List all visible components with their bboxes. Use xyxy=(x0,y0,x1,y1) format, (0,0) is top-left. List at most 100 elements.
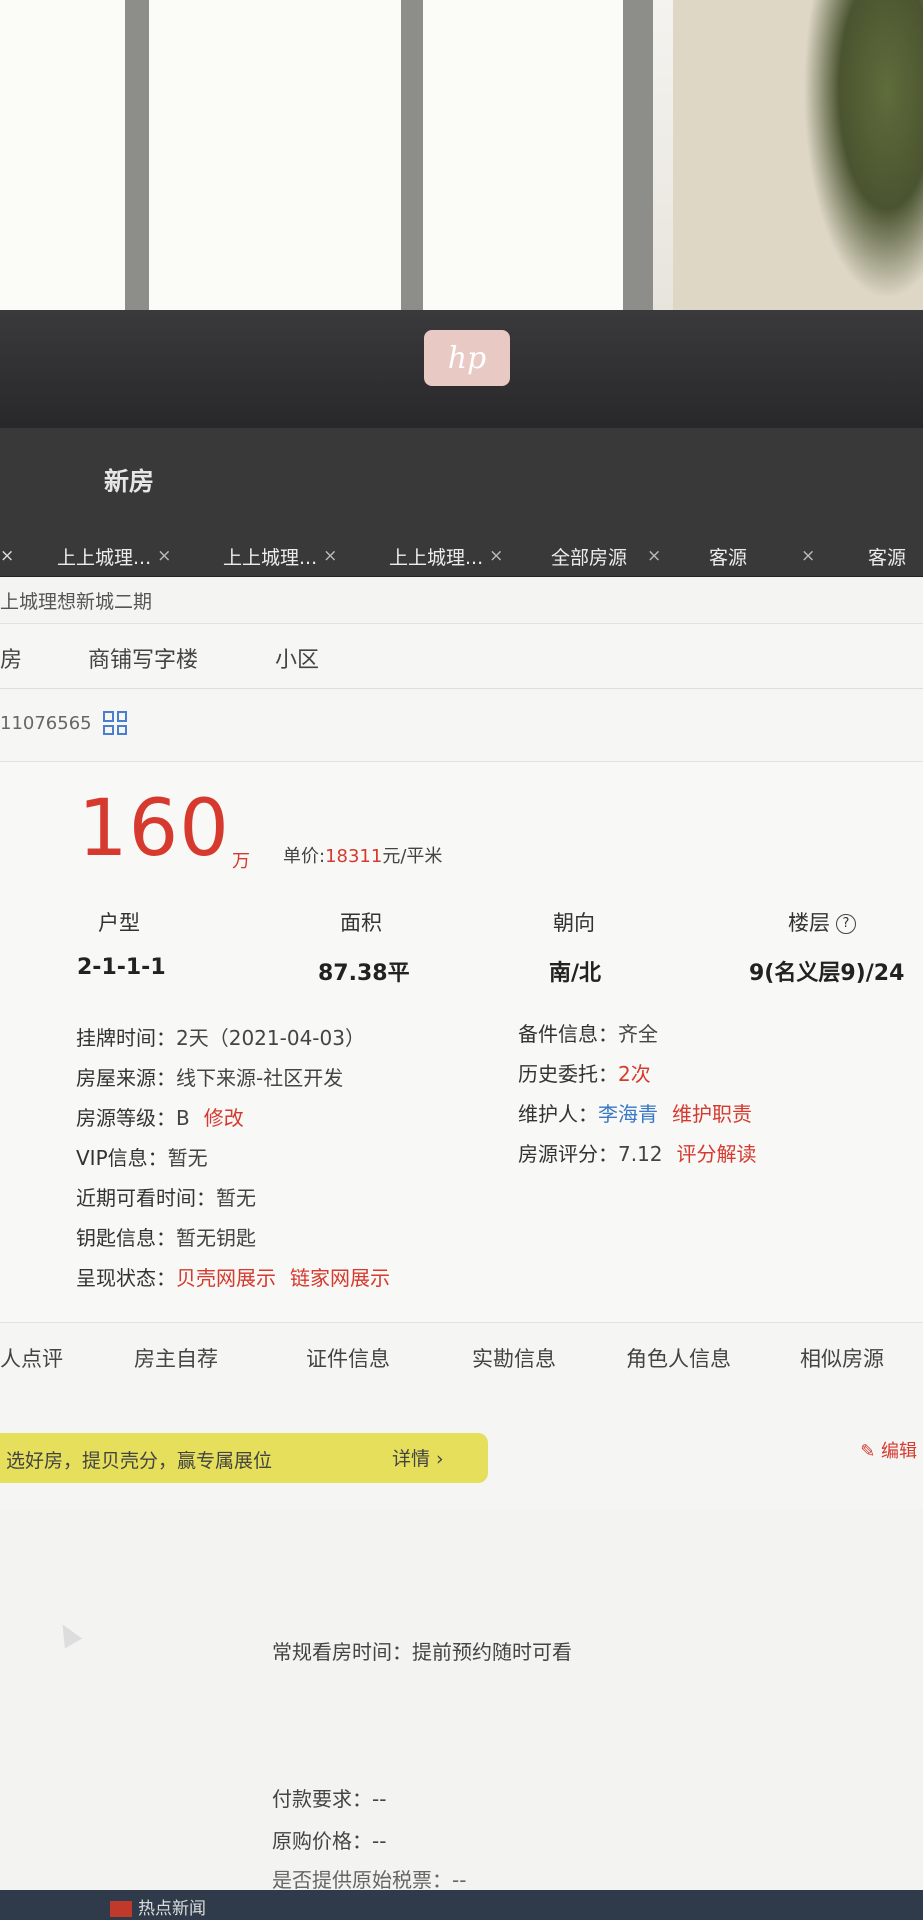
original-price-text: 原购价格：-- xyxy=(272,1829,387,1853)
tab-clients-2[interactable]: 客源 xyxy=(868,536,906,576)
tab-listing-2[interactable]: 上上城理... × xyxy=(223,536,337,576)
subnav-commercial[interactable]: 商铺写字楼 xyxy=(88,642,198,674)
banner-details-link[interactable]: 详情 › xyxy=(392,1444,444,1471)
tab-survey[interactable]: 实勘信息 xyxy=(472,1343,556,1373)
info-value: 7.12 xyxy=(618,1142,663,1166)
app-header: 新房 xyxy=(0,428,923,536)
spec-orientation-label: 朝向 xyxy=(553,911,595,935)
listing-id-row: 11076565 xyxy=(0,689,923,762)
subnav-community[interactable]: 小区 xyxy=(275,642,319,674)
news-icon xyxy=(110,1901,132,1917)
info-label: 维护人： xyxy=(518,1102,598,1126)
screen: 新房 × 上上城理... × 上上城理... × 上上城理... × 全部房源 … xyxy=(0,428,923,1920)
window-frame xyxy=(125,0,149,310)
nav-new-homes[interactable]: 新房 xyxy=(104,462,154,498)
spec-area-label: 面积 xyxy=(340,911,382,935)
edit-grade-link[interactable]: 修改 xyxy=(204,1106,244,1130)
breadcrumb: 上城理想新城二期 xyxy=(0,577,923,624)
close-icon[interactable]: × xyxy=(647,546,661,566)
listing-detail: 160 万 单价:18311元/平米 户型 面积 朝向 楼层? 2-1-1-1 … xyxy=(0,762,923,1322)
window-pane xyxy=(149,0,401,310)
price-unit: 万 xyxy=(232,851,250,872)
info-source: 房屋来源：线下来源-社区开发 xyxy=(76,1062,343,1091)
info-display-status: 呈现状态：贝壳网展示 链家网展示 xyxy=(76,1262,390,1291)
info-label: 钥匙信息： xyxy=(76,1226,176,1250)
info-viewing-time: 近期可看时间：暂无 xyxy=(76,1182,256,1211)
maintainer-link[interactable]: 李海青 xyxy=(598,1102,658,1126)
spec-floor-label-text: 楼层 xyxy=(788,911,830,935)
background-window xyxy=(0,0,923,318)
close-icon[interactable]: × xyxy=(323,546,337,566)
listing-id: 11076565 xyxy=(0,713,92,734)
info-value: 暂无 xyxy=(216,1186,256,1210)
hp-logo: hp xyxy=(424,330,510,386)
unit-price-unit: 元/平米 xyxy=(382,846,443,867)
tab-roles[interactable]: 角色人信息 xyxy=(626,1343,731,1373)
info-label: VIP信息： xyxy=(76,1146,168,1170)
qrcode-icon[interactable] xyxy=(103,711,127,735)
close-icon[interactable]: × xyxy=(801,546,815,566)
tab-listing-3[interactable]: 上上城理... × xyxy=(389,536,503,576)
tab-reviews[interactable]: 人点评 xyxy=(0,1343,63,1373)
help-icon[interactable]: ? xyxy=(836,914,856,934)
banner-text: 选好房，提贝壳分，赢专属展位 xyxy=(6,1450,273,1472)
tab-label: 全部房源 xyxy=(551,546,628,569)
window-frame xyxy=(623,0,653,310)
plant xyxy=(803,0,923,300)
info-label: 房源评分： xyxy=(518,1142,618,1166)
extra-row-text: 是否提供原始税票：-- xyxy=(272,1868,467,1892)
tab-similar[interactable]: 相似房源 xyxy=(800,1343,884,1373)
score-explain-link[interactable]: 评分解读 xyxy=(677,1142,757,1166)
spec-floor-label: 楼层? xyxy=(788,907,856,937)
info-key: 钥匙信息：暂无钥匙 xyxy=(76,1222,256,1251)
tab-label: 上上城理... xyxy=(57,546,152,569)
tab-listing-1[interactable]: 上上城理... × xyxy=(57,536,171,576)
info-maintainer: 维护人：李海青 维护职责 xyxy=(518,1098,752,1127)
info-label: 近期可看时间： xyxy=(76,1186,216,1210)
pencil-icon: ✎ xyxy=(860,1441,881,1462)
info-label: 房源等级： xyxy=(76,1106,176,1130)
window-pane xyxy=(423,0,623,310)
beike-display-link[interactable]: 贝壳网展示 xyxy=(176,1266,276,1290)
tab-all-listings[interactable]: 全部房源 × xyxy=(551,536,661,576)
commission-history-link[interactable]: 2次 xyxy=(618,1062,651,1086)
tab-label: 客源 xyxy=(868,546,907,569)
unit-price-value: 18311 xyxy=(325,846,383,867)
info-value: 2天（2021-04-03） xyxy=(176,1026,365,1050)
lianjia-display-link[interactable]: 链家网展示 xyxy=(290,1266,390,1290)
close-icon[interactable]: × xyxy=(157,546,171,566)
edit-button[interactable]: ✎ 编辑 xyxy=(860,1437,917,1463)
info-value: 暂无钥匙 xyxy=(176,1226,256,1250)
tab-label: 上上城理... xyxy=(223,546,318,569)
info-label: 呈现状态： xyxy=(76,1266,176,1290)
info-label: 挂牌时间： xyxy=(76,1026,176,1050)
banner-row: 选好房，提贝壳分，赢专属展位 详情 › ✎ 编辑 xyxy=(0,1413,923,1509)
subnav-residential[interactable]: 房 xyxy=(0,642,22,674)
spec-layout-value: 2-1-1-1 xyxy=(77,955,166,980)
payment-text: 付款要求：-- xyxy=(272,1787,387,1811)
info-value: 线下来源-社区开发 xyxy=(176,1066,344,1090)
info-score: 房源评分：7.12 评分解读 xyxy=(518,1138,757,1167)
info-grade: 房源等级：B 修改 xyxy=(76,1102,244,1131)
breadcrumb-community[interactable]: 上城理想新城二期 xyxy=(0,587,152,614)
taskbar: 热点新闻 xyxy=(0,1890,923,1920)
info-vip: VIP信息：暂无 xyxy=(76,1142,208,1171)
close-icon[interactable]: × xyxy=(0,536,14,576)
tab-owner-recommend[interactable]: 房主自荐 xyxy=(134,1343,218,1373)
spec-orientation-value: 南/北 xyxy=(549,961,602,986)
taskbar-item[interactable]: 热点新闻 xyxy=(110,1894,206,1919)
info-commission-history: 历史委托：2次 xyxy=(518,1058,651,1087)
info-value: 暂无 xyxy=(167,1146,208,1170)
maintainer-duty-link[interactable]: 维护职责 xyxy=(672,1102,752,1126)
window-pane xyxy=(0,0,125,310)
close-icon[interactable]: × xyxy=(489,546,503,566)
spec-area-value: 87.38平 xyxy=(318,961,410,986)
window-frame xyxy=(401,0,423,310)
tab-label: 上上城理... xyxy=(389,546,484,569)
spec-layout-label: 户型 xyxy=(98,911,140,935)
tab-bar: × 上上城理... × 上上城理... × 上上城理... × 全部房源 × 客… xyxy=(0,536,923,577)
tab-certificates[interactable]: 证件信息 xyxy=(306,1343,390,1373)
tab-clients[interactable]: 客源 × xyxy=(709,536,815,576)
promo-banner[interactable]: 选好房，提贝壳分，赢专属展位 详情 › xyxy=(0,1433,488,1483)
info-label: 历史委托： xyxy=(518,1062,618,1086)
